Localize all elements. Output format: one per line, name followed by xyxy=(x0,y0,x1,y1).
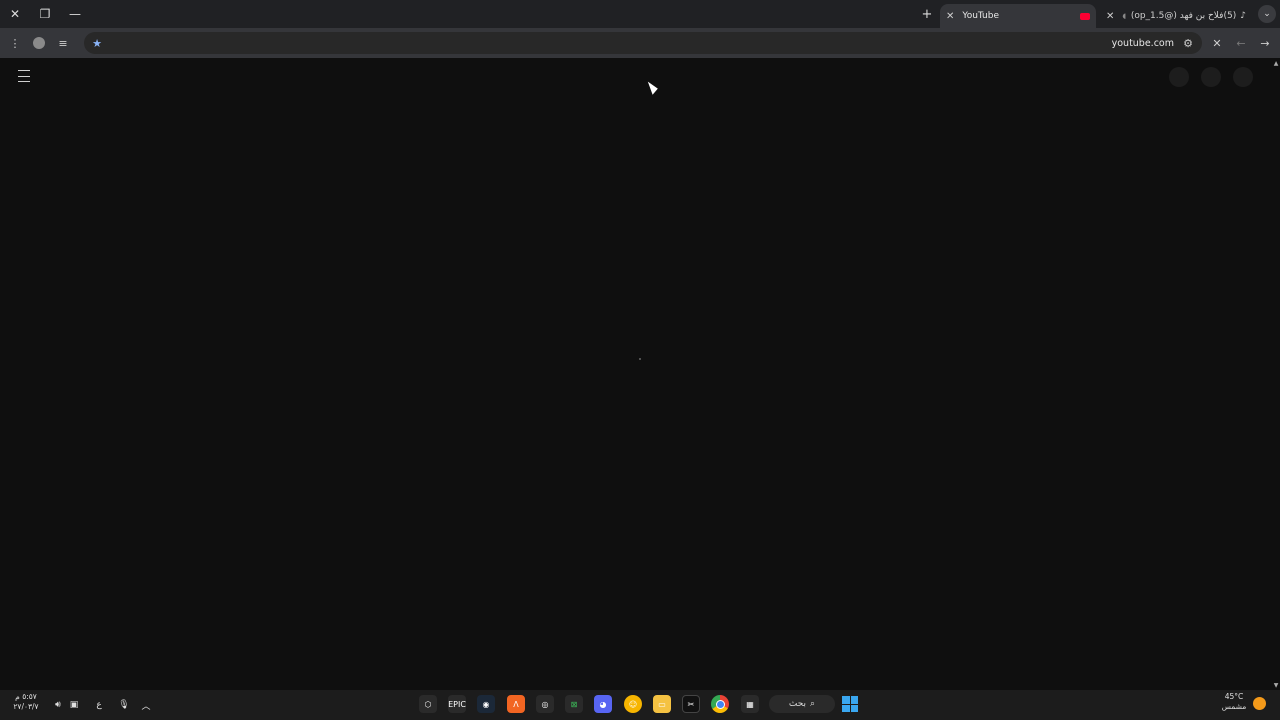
clock-date: ٢٧/٠٣/٧ xyxy=(13,702,39,711)
new-tab-button[interactable]: + xyxy=(918,4,936,24)
tab-search-button[interactable]: ⌄ xyxy=(1258,5,1276,23)
reading-list-icon: ≡ xyxy=(58,36,68,50)
clock-time: ٥:٥٧ م xyxy=(15,692,37,701)
url-text[interactable]: youtube.com xyxy=(1112,28,1174,58)
app-icon: Λ xyxy=(513,699,519,709)
loading-placeholder-circle xyxy=(1169,67,1189,87)
site-settings-button[interactable]: ⚙ xyxy=(1177,28,1199,58)
scrollbar[interactable]: ▲ ▼ xyxy=(1272,58,1280,690)
back-button[interactable]: → xyxy=(1254,28,1276,58)
reading-list-button[interactable]: ≡ xyxy=(52,28,74,58)
guide-menu-button[interactable] xyxy=(18,70,30,82)
capcut-icon: ✂ xyxy=(687,699,695,709)
taskbar-app-xbox[interactable]: ⊠ xyxy=(565,695,583,713)
scroll-up-icon[interactable]: ▲ xyxy=(1272,58,1280,68)
window-close-button[interactable]: ✕ xyxy=(0,0,30,28)
taskbar-search[interactable]: بحث ⌕ xyxy=(769,695,835,713)
hamburger-line xyxy=(18,70,30,71)
search-icon: ⌕ xyxy=(810,699,816,709)
forward-button[interactable]: ← xyxy=(1230,28,1252,58)
chevron-up-icon: ︿ xyxy=(141,701,151,712)
taskbar-app-chrome[interactable] xyxy=(711,695,729,713)
window-minimize-button[interactable]: — xyxy=(60,0,90,28)
tab-title: YouTube xyxy=(962,11,999,21)
profile-button[interactable] xyxy=(28,28,50,58)
volume-button[interactable]: 🔊︎ xyxy=(50,690,66,720)
obs-icon: ◎ xyxy=(541,699,549,709)
stop-loading-button[interactable]: ✕ xyxy=(1206,28,1228,58)
speaker-icon: 🔊︎ xyxy=(55,700,61,710)
steam-icon: ◉ xyxy=(482,699,490,709)
restore-icon: ❐ xyxy=(39,7,51,21)
xbox-icon: ⊠ xyxy=(570,699,578,709)
microphone-icon: 🎙︎ xyxy=(118,700,130,710)
address-bar[interactable] xyxy=(84,32,1202,54)
windows-logo-tile xyxy=(842,696,850,704)
windows-logo-tile xyxy=(850,696,858,704)
weather-widget[interactable]: 45°C مشمس xyxy=(1214,692,1254,712)
tab-tiktok[interactable]: ✕ ◖ (5)فلاح بن فهد (@op_1.5) | ♪ xyxy=(1100,4,1252,28)
close-tab-icon[interactable]: ✕ xyxy=(946,11,954,22)
chrome-icon xyxy=(715,699,725,709)
search-label: بحث xyxy=(788,699,807,709)
face-icon: ☺ xyxy=(628,699,638,709)
kebab-menu-icon: ⋮ xyxy=(9,36,21,50)
chevron-down-icon: ⌄ xyxy=(1263,9,1271,19)
tune-icon: ⚙ xyxy=(1183,36,1193,50)
network-icon: ▣ xyxy=(69,700,79,710)
start-button[interactable] xyxy=(842,696,858,712)
star-icon: ★ xyxy=(92,36,102,50)
taskbar-app-discord[interactable]: ◕ xyxy=(594,695,612,713)
profile-icon xyxy=(33,37,45,49)
close-icon: ✕ xyxy=(1212,36,1222,50)
taskbar-app-file-explorer[interactable]: ▭ xyxy=(653,695,671,713)
minimize-icon: — xyxy=(69,7,81,21)
loading-placeholder-circle xyxy=(1233,67,1253,87)
menu-button[interactable]: ⋮ xyxy=(4,28,26,58)
taskbar-app-settings[interactable]: ⬡ xyxy=(419,695,437,713)
plus-icon: + xyxy=(921,6,933,22)
tab-title: (5)فلاح بن فهد (@op_1.5) | xyxy=(1130,11,1237,21)
windows-logo-tile xyxy=(842,704,850,712)
network-button[interactable]: ▣ xyxy=(66,690,82,720)
microphone-button[interactable]: 🎙︎ xyxy=(116,690,132,720)
arrow-right-icon: → xyxy=(1260,36,1270,50)
scroll-down-icon[interactable]: ▼ xyxy=(1272,680,1280,690)
folder-icon: ▭ xyxy=(658,699,666,709)
taskbar-app-capcut[interactable]: ✂ xyxy=(682,695,700,713)
show-hidden-icons-button[interactable]: ︿ xyxy=(138,690,154,720)
weather-temp: 45°C xyxy=(1224,692,1244,701)
language-indicator[interactable]: ع xyxy=(92,690,106,720)
discord-icon: ◕ xyxy=(599,699,607,709)
tiktok-favicon-icon: ♪ xyxy=(1240,11,1246,21)
sun-icon xyxy=(1253,697,1266,710)
youtube-favicon-icon xyxy=(1080,12,1090,20)
taskbar-app-ea[interactable]: Λ xyxy=(507,695,525,713)
taskbar-app-emoji[interactable]: ☺ xyxy=(624,695,642,713)
page-content xyxy=(0,58,1272,690)
taskbar-app-steam[interactable]: ◉ xyxy=(477,695,495,713)
hamburger-line xyxy=(18,81,30,82)
loading-indicator xyxy=(639,358,641,360)
weather-desc: مشمس xyxy=(1221,702,1247,711)
arrow-left-icon: ← xyxy=(1236,36,1246,50)
close-tab-icon[interactable]: ✕ xyxy=(1106,11,1114,22)
loading-placeholder-circle xyxy=(1201,67,1221,87)
window-restore-button[interactable]: ❐ xyxy=(30,0,60,28)
store-icon: ▦ xyxy=(746,699,754,709)
clock[interactable]: ٥:٥٧ م ٢٧/٠٣/٧ xyxy=(6,692,46,712)
taskbar-app-obs[interactable]: ◎ xyxy=(536,695,554,713)
audio-icon: ◖ xyxy=(1122,12,1127,20)
bookmark-button[interactable]: ★ xyxy=(86,28,108,58)
close-icon: ✕ xyxy=(9,7,21,21)
tab-youtube[interactable]: ✕ YouTube xyxy=(940,4,1096,28)
epic-games-icon: EPIC xyxy=(448,699,466,709)
hexagon-icon: ⬡ xyxy=(424,699,432,709)
windows-logo-tile xyxy=(850,704,858,712)
taskbar-app-epic[interactable]: EPIC xyxy=(448,695,466,713)
taskbar-app-store[interactable]: ▦ xyxy=(741,695,759,713)
hamburger-line xyxy=(18,75,30,77)
